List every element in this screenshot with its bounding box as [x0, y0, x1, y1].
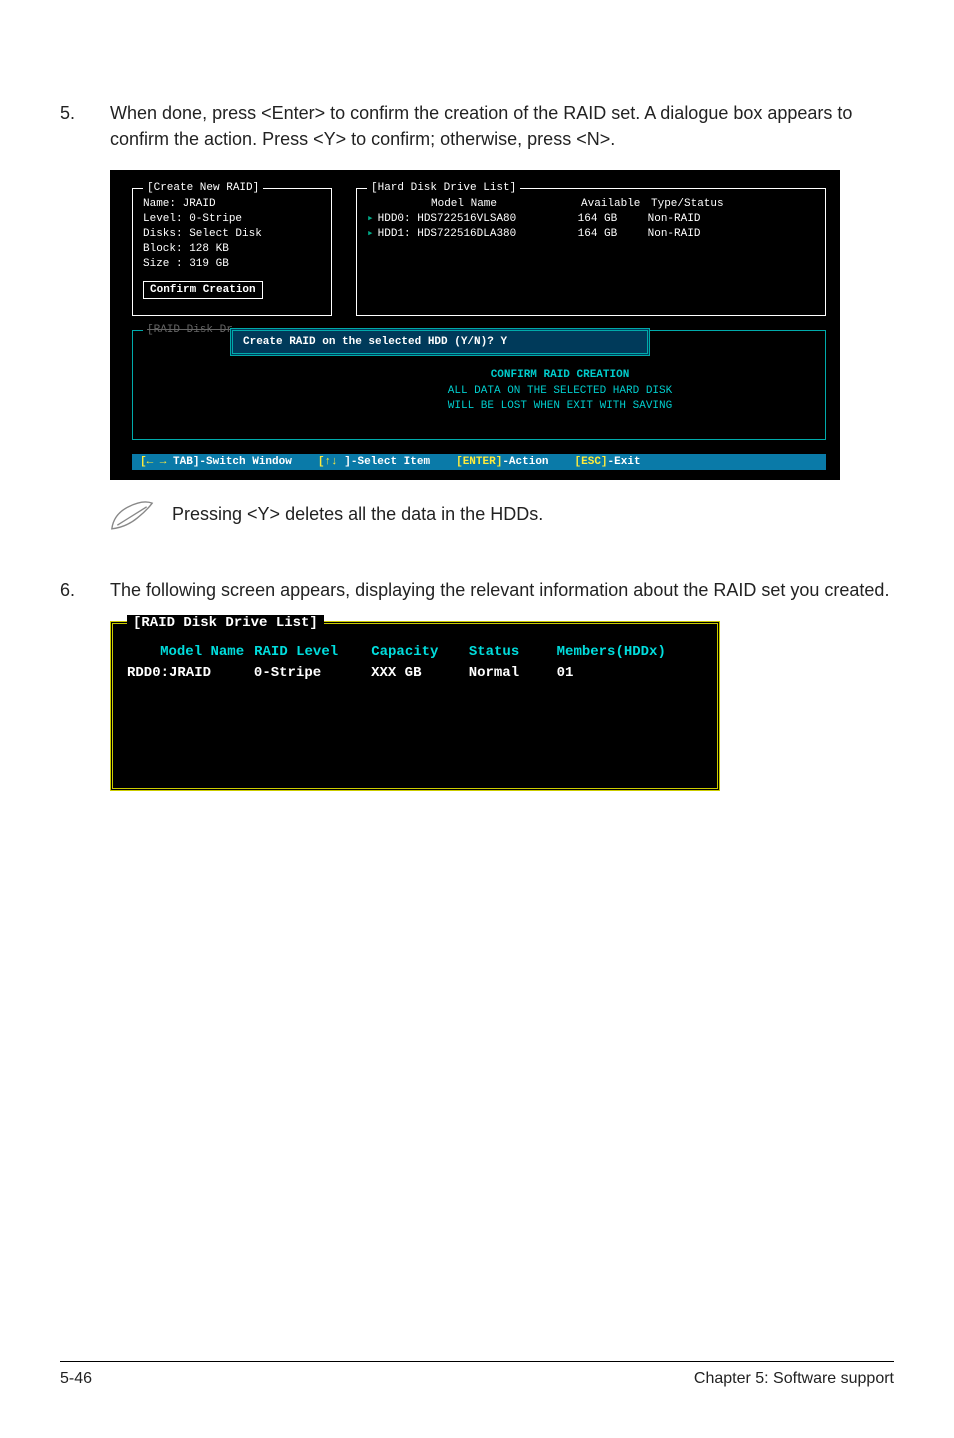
- warn-line-1: ALL DATA ON THE SELECTED HARD DISK: [390, 384, 730, 399]
- footer-enter: [ENTER]-Action: [456, 456, 548, 468]
- raid-level-line: Level: 0-Stripe: [143, 212, 321, 227]
- hdd-panel-title: [Hard Disk Drive List]: [371, 182, 516, 194]
- hdd-head-type: Type/Status: [651, 197, 751, 212]
- create-new-raid-panel: [Create New RAID] Name: JRAID Level: 0-S…: [132, 188, 332, 316]
- chapter-label: Chapter 5: Software support: [694, 1370, 894, 1388]
- hdd0-avail: 164 GB: [578, 212, 648, 227]
- raid-list-row[interactable]: RDD0:JRAID 0-Stripe XXX GB Normal 01: [127, 663, 703, 684]
- step-5-text: When done, press <Enter> to confirm the …: [110, 100, 894, 152]
- row-level: 0-Stripe: [254, 663, 371, 684]
- page: 5. When done, press <Enter> to confirm t…: [0, 0, 954, 1438]
- note-row: Pressing <Y> deletes all the data in the…: [110, 500, 894, 537]
- raid-block-line: Block: 128 KB: [143, 242, 321, 257]
- raid-disks-line: Disks: Select Disk: [143, 227, 321, 242]
- step-6-text: The following screen appears, displaying…: [110, 577, 894, 603]
- warn-title: CONFIRM RAID CREATION: [390, 368, 730, 383]
- triangle-icon: ▸: [367, 227, 374, 242]
- page-footer: 5-46 Chapter 5: Software support: [60, 1361, 894, 1388]
- hdd1-name: HDD1: HDS722516DLA380: [378, 227, 578, 242]
- create-raid-title: [Create New RAID]: [147, 182, 259, 194]
- step-5: 5. When done, press <Enter> to confirm t…: [60, 100, 894, 152]
- warn-line-2: WILL BE LOST WHEN EXIT WITH SAVING: [390, 399, 730, 414]
- bios-footer-bar: [← → TAB]-Switch Window [↑↓ ]-Select Ite…: [132, 454, 826, 470]
- row-cap: XXX GB: [371, 663, 469, 684]
- row-members: 01: [557, 663, 703, 684]
- hdd1-avail: 164 GB: [578, 227, 648, 242]
- confirm-prompt-dialog[interactable]: Create RAID on the selected HDD (Y/N)? Y: [230, 328, 650, 356]
- hdd-head-model: Model Name: [381, 197, 581, 212]
- head-members: Members(HDDx): [557, 642, 703, 663]
- row-model: RDD0:JRAID: [127, 663, 254, 684]
- footer-esc: [ESC]-Exit: [575, 456, 641, 468]
- raid-list-title: [RAID Disk Drive List]: [133, 615, 318, 631]
- head-level: RAID Level: [254, 642, 371, 663]
- warning-block: CONFIRM RAID CREATION ALL DATA ON THE SE…: [390, 368, 730, 414]
- step-5-number: 5.: [60, 100, 110, 152]
- pencil-note-icon: [110, 500, 154, 537]
- head-model: Model Name: [127, 642, 254, 663]
- step-6: 6. The following screen appears, display…: [60, 577, 894, 603]
- hdd0-type: Non-RAID: [648, 212, 748, 227]
- step-6-number: 6.: [60, 577, 110, 603]
- hdd0-name: HDD0: HDS722516VLSA80: [378, 212, 578, 227]
- bios-screenshot-1: [Create New RAID] Name: JRAID Level: 0-S…: [110, 170, 840, 480]
- prompt-question: Create RAID on the selected HDD (Y/N)?: [243, 336, 494, 348]
- bios-screenshot-2: [RAID Disk Drive List] Model Name RAID L…: [110, 621, 720, 791]
- note-text: Pressing <Y> deletes all the data in the…: [172, 504, 543, 525]
- footer-tab: [← → TAB]-Switch Window: [140, 456, 292, 468]
- page-number: 5-46: [60, 1370, 92, 1388]
- hdd-list-panel: [Hard Disk Drive List] Model Name Availa…: [356, 188, 826, 316]
- footer-select: [↑↓ ]-Select Item: [318, 456, 430, 468]
- hdd1-type: Non-RAID: [648, 227, 748, 242]
- hdd-row-1[interactable]: ▸ HDD1: HDS722516DLA380 164 GB Non-RAID: [367, 227, 815, 242]
- prompt-answer: Y: [500, 336, 507, 348]
- raid-size-line: Size : 319 GB: [143, 257, 321, 272]
- raid-list-header: Model Name RAID Level Capacity Status Me…: [127, 642, 703, 663]
- hdd-row-0[interactable]: ▸ HDD0: HDS722516VLSA80 164 GB Non-RAID: [367, 212, 815, 227]
- raid-list-table: Model Name RAID Level Capacity Status Me…: [127, 642, 703, 684]
- confirm-creation-button[interactable]: Confirm Creation: [143, 281, 263, 299]
- hdd-header-row: Model Name Available Type/Status: [367, 197, 815, 212]
- row-status: Normal: [469, 663, 557, 684]
- head-cap: Capacity: [371, 642, 469, 663]
- triangle-icon: ▸: [367, 212, 374, 227]
- hdd-head-avail: Available: [581, 197, 651, 212]
- lower-panel-title: [RAID Disk Dr: [143, 324, 237, 336]
- head-status: Status: [469, 642, 557, 663]
- raid-name-line: Name: JRAID: [143, 197, 321, 212]
